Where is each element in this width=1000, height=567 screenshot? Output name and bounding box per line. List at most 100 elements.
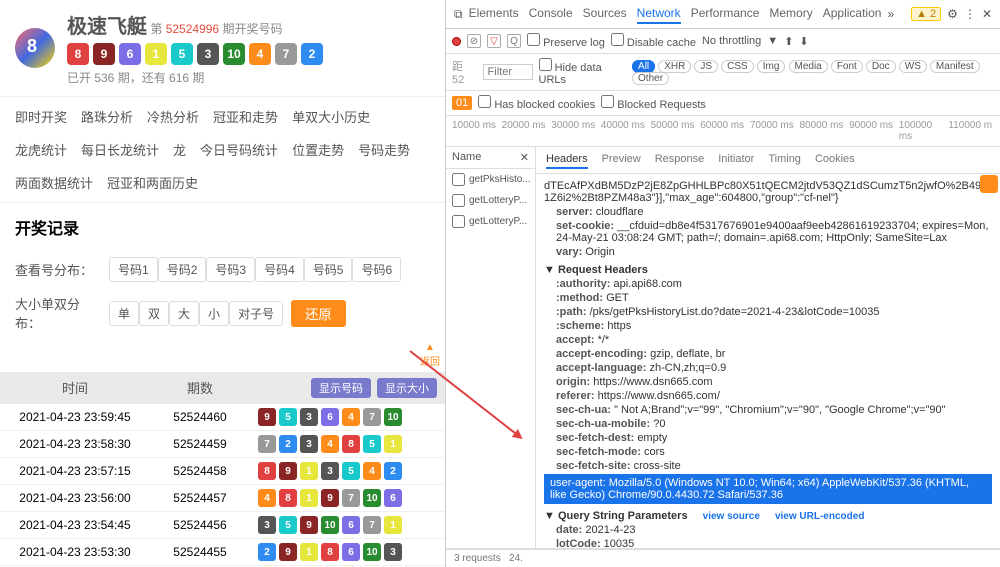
filter-option[interactable]: 号码4 bbox=[255, 257, 304, 282]
nav-item[interactable]: 龙虎统计 bbox=[15, 140, 67, 159]
nav-item[interactable]: 冠亚和走势 bbox=[213, 107, 278, 126]
result-ball: 9 bbox=[279, 543, 297, 561]
filter-option[interactable]: 对子号 bbox=[229, 301, 283, 326]
filter-pill-font[interactable]: Font bbox=[831, 60, 863, 73]
request-item[interactable]: getLotteryP... bbox=[446, 211, 535, 232]
nav-item[interactable]: 龙 bbox=[173, 140, 186, 159]
warnings-badge[interactable]: ▲ 2 bbox=[911, 7, 941, 21]
table-row: 2021-04-23 23:54:455252445635910671 bbox=[0, 512, 445, 539]
devtools-tab-network[interactable]: Network bbox=[637, 4, 681, 24]
result-ball: 2 bbox=[384, 462, 402, 480]
cell-issue: 52524456 bbox=[150, 518, 250, 532]
filter-option[interactable]: 号码5 bbox=[304, 257, 353, 282]
timeline[interactable]: 10000 ms20000 ms30000 ms40000 ms50000 ms… bbox=[446, 116, 1000, 147]
throttling-select[interactable]: No throttling bbox=[702, 35, 761, 47]
back-link[interactable]: ▲返回 bbox=[415, 342, 445, 368]
detail-tab-preview[interactable]: Preview bbox=[602, 151, 641, 169]
close-icon[interactable]: ✕ bbox=[982, 7, 992, 21]
request-headers-section[interactable]: ▼ Request Headers bbox=[544, 264, 992, 276]
nav-item[interactable]: 即时开奖 bbox=[15, 107, 67, 126]
disable-cache-checkbox[interactable]: Disable cache bbox=[611, 33, 696, 49]
detail-tab-cookies[interactable]: Cookies bbox=[815, 151, 855, 169]
show-number-button[interactable]: 显示号码 bbox=[311, 378, 371, 398]
nav-item[interactable]: 号码走势 bbox=[358, 140, 410, 159]
detail-tab-headers[interactable]: Headers bbox=[546, 151, 588, 169]
toggle-device-icon[interactable]: ⧉ bbox=[454, 7, 463, 22]
detail-tab-timing[interactable]: Timing bbox=[768, 151, 801, 169]
nav-item[interactable]: 冷热分析 bbox=[147, 107, 199, 126]
filter-pill-other[interactable]: Other bbox=[632, 72, 669, 85]
record-icon[interactable] bbox=[452, 37, 461, 46]
search-icon[interactable]: Q bbox=[507, 34, 521, 48]
view-url-encoded-link[interactable]: view URL-encoded bbox=[775, 511, 864, 522]
filter-icon[interactable]: ▽ bbox=[487, 34, 501, 48]
detail-tab-initiator[interactable]: Initiator bbox=[718, 151, 754, 169]
filter-option[interactable]: 号码2 bbox=[158, 257, 207, 282]
nav-item[interactable]: 位置走势 bbox=[292, 140, 344, 159]
detail-tab-response[interactable]: Response bbox=[655, 151, 705, 169]
filter-option[interactable]: 大 bbox=[169, 301, 199, 326]
filter-pill-css[interactable]: CSS bbox=[721, 60, 754, 73]
close-request-icon[interactable]: ✕ bbox=[520, 151, 529, 164]
devtools-tab-memory[interactable]: Memory bbox=[769, 4, 812, 24]
devtools-tab-elements[interactable]: Elements bbox=[469, 4, 519, 24]
result-ball: 5 bbox=[363, 435, 381, 453]
result-ball: 4 bbox=[321, 435, 339, 453]
devtools-tab-sources[interactable]: Sources bbox=[583, 4, 627, 24]
nav-item[interactable]: 两面数据统计 bbox=[15, 173, 93, 192]
hide-data-urls-checkbox[interactable]: Hide data URLs bbox=[539, 58, 626, 86]
cell-issue: 52524457 bbox=[150, 491, 250, 505]
filter-option[interactable]: 小 bbox=[199, 301, 229, 326]
filter-option[interactable]: 号码6 bbox=[352, 257, 401, 282]
view-source-link[interactable]: view source bbox=[703, 511, 760, 522]
result-ball: 10 bbox=[321, 516, 339, 534]
filter-pill-manifest[interactable]: Manifest bbox=[930, 60, 980, 73]
devtools-tab-application[interactable]: Application bbox=[823, 4, 882, 24]
request-item[interactable]: getLotteryP... bbox=[446, 190, 535, 211]
name-column[interactable]: Name bbox=[452, 151, 481, 164]
settings-icon[interactable]: ⚙ bbox=[947, 7, 958, 21]
menu-icon[interactable]: ⋮ bbox=[964, 7, 976, 21]
more-tabs-icon[interactable]: » bbox=[887, 7, 894, 21]
filter-option[interactable]: 号码3 bbox=[206, 257, 255, 282]
nav-item[interactable]: 单双大小历史 bbox=[292, 107, 370, 126]
devtools-tab-performance[interactable]: Performance bbox=[691, 4, 760, 24]
devtools-tab-console[interactable]: Console bbox=[529, 4, 573, 24]
download-icon[interactable]: ⬇ bbox=[799, 35, 808, 48]
filter-option[interactable]: 单 bbox=[109, 301, 139, 326]
devtools-tabs: Elements Console Sources Network Performance… bbox=[469, 4, 882, 24]
upload-icon[interactable]: ⬆ bbox=[784, 35, 793, 48]
reset-button[interactable]: 还原 bbox=[291, 300, 346, 327]
nav-item[interactable]: 路珠分析 bbox=[81, 107, 133, 126]
result-table: 2021-04-23 23:59:4552524460953647102021-… bbox=[0, 404, 445, 567]
filter-pill-media[interactable]: Media bbox=[789, 60, 828, 73]
nav-item[interactable]: 今日号码统计 bbox=[200, 140, 278, 159]
result-ball: 9 bbox=[321, 489, 339, 507]
nav-item[interactable]: 冠亚和两面历史 bbox=[107, 173, 198, 192]
filter-pill-img[interactable]: Img bbox=[757, 60, 786, 73]
clear-icon[interactable]: ⊘ bbox=[467, 34, 481, 48]
header-row: sec-fetch-site: cross-site bbox=[556, 460, 992, 472]
filter-pill-js[interactable]: JS bbox=[694, 60, 718, 73]
filter-option[interactable]: 双 bbox=[139, 301, 169, 326]
preserve-log-checkbox[interactable]: Preserve log bbox=[527, 33, 605, 49]
request-item[interactable]: getPksHisto... bbox=[446, 169, 535, 190]
result-ball: 2 bbox=[258, 543, 276, 561]
show-size-button[interactable]: 显示大小 bbox=[377, 378, 437, 398]
extension-badge[interactable] bbox=[980, 175, 998, 193]
blocked-requests-checkbox[interactable]: Blocked Requests bbox=[601, 95, 706, 111]
filter-pill-doc[interactable]: Doc bbox=[866, 60, 896, 73]
result-ball: 10 bbox=[363, 543, 381, 561]
header-row: referer: https://www.dsn665.com/ bbox=[556, 390, 992, 402]
cell-time: 2021-04-23 23:54:45 bbox=[0, 518, 150, 532]
filter-pill-ws[interactable]: WS bbox=[899, 60, 927, 73]
blocked-cookies-checkbox[interactable]: Has blocked cookies bbox=[478, 95, 595, 111]
section-title: 开奖记录 bbox=[0, 203, 445, 251]
result-ball: 6 bbox=[342, 516, 360, 534]
query-params-section[interactable]: ▼ Query String Parameters view source vi… bbox=[544, 510, 992, 522]
user-agent-header[interactable]: user-agent: Mozilla/5.0 (Windows NT 10.0… bbox=[544, 474, 992, 504]
filter-input[interactable] bbox=[483, 64, 533, 80]
nav-item[interactable]: 每日长龙统计 bbox=[81, 140, 159, 159]
filter-option[interactable]: 号码1 bbox=[109, 257, 158, 282]
result-balls: 89615310472 bbox=[67, 43, 323, 65]
